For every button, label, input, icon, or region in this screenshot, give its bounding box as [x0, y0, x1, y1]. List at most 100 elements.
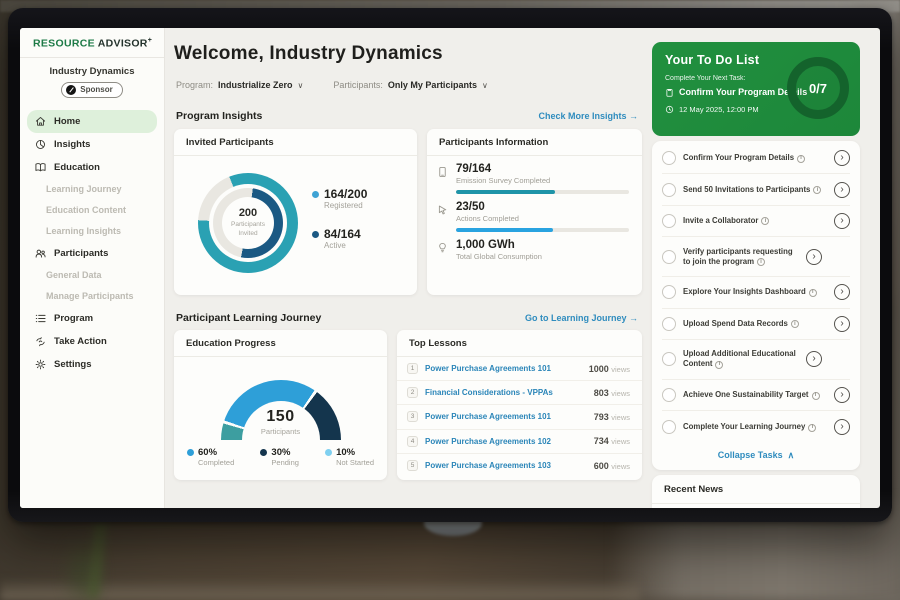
task-row[interactable]: Confirm Your Program Detailsi ›	[662, 143, 850, 174]
sidebar-item-general-data[interactable]: General Data	[20, 265, 164, 286]
task-checkbox[interactable]	[662, 214, 676, 228]
legend-dot-completed	[187, 449, 194, 456]
task-chevron-button[interactable]: ›	[806, 249, 822, 265]
task-checkbox[interactable]	[662, 352, 676, 366]
program-insights-title: Program Insights	[176, 110, 262, 122]
task-chevron-button[interactable]: ›	[834, 182, 850, 198]
insights-icon	[35, 139, 46, 150]
todo-subtitle: Complete Your Next Task:	[665, 75, 745, 82]
task-row[interactable]: Send 50 Invitations to Participantsi ›	[662, 174, 850, 205]
task-row[interactable]: Upload Spend Data Recordsi ›	[662, 309, 850, 340]
todo-title: Your To Do List	[665, 53, 759, 67]
task-checkbox[interactable]	[662, 388, 676, 402]
recent-news-title: Recent News	[652, 475, 860, 504]
go-to-learning-journey-link[interactable]: Go to Learning Journey →	[525, 313, 638, 323]
task-chevron-button[interactable]: ›	[834, 387, 850, 403]
lesson-link[interactable]: Financial Considerations - VPPAs	[425, 388, 553, 397]
sidebar-item-insights[interactable]: Insights	[20, 133, 164, 156]
sidebar-item-education-content[interactable]: Education Content	[20, 200, 164, 221]
take-action-icon	[35, 336, 46, 347]
sidebar-item-label: Education Content	[46, 205, 126, 215]
info-icon: i	[797, 155, 805, 163]
education-progress-title: Education Progress	[174, 330, 387, 357]
collapse-tasks-link[interactable]: Collapse Tasks ∧	[652, 443, 860, 468]
task-checkbox[interactable]	[662, 317, 676, 331]
legend-registered: 164/200 Registered	[312, 187, 367, 210]
todo-summary-card: Your To Do List Complete Your Next Task:…	[652, 42, 860, 136]
todo-tasks-card: Confirm Your Program Detailsi › Send 50 …	[652, 141, 860, 470]
task-chevron-button[interactable]: ›	[834, 419, 850, 435]
info-icon: i	[757, 258, 765, 266]
info-icon: i	[791, 320, 799, 328]
bulb-icon	[437, 239, 449, 261]
sidebar-item-settings[interactable]: Settings	[20, 353, 164, 376]
sidebar-item-take-action[interactable]: Take Action	[20, 330, 164, 353]
sidebar-item-home[interactable]: Home	[27, 110, 157, 133]
org-name: Industry Dynamics	[20, 66, 164, 77]
task-row[interactable]: Invite a Collaboratori ›	[662, 206, 850, 237]
participants-filter-dropdown[interactable]: Participants: Only My Participants ∨	[333, 80, 487, 90]
arrow-right-icon: →	[629, 313, 638, 323]
learning-journey-title: Participant Learning Journey	[176, 312, 321, 324]
sidebar-item-manage-participants[interactable]: Manage Participants	[20, 286, 164, 307]
info-icon: i	[715, 361, 723, 369]
task-checkbox[interactable]	[662, 285, 676, 299]
check-more-insights-link[interactable]: Check More Insights →	[538, 111, 638, 121]
sidebar-item-label: Program	[54, 313, 93, 324]
participants-information-title: Participants Information	[427, 129, 642, 156]
sidebar-item-education[interactable]: Education	[20, 156, 164, 179]
main-content: Welcome, Industry Dynamics Program: Indu…	[166, 28, 652, 508]
chevron-up-icon: ∧	[788, 450, 795, 461]
lesson-rank: 2	[407, 387, 418, 398]
task-checkbox[interactable]	[662, 420, 676, 434]
task-chevron-button[interactable]: ›	[834, 213, 850, 229]
legend-not-started: 10% Not Started	[325, 447, 374, 467]
task-row[interactable]: Complete Your Learning Journeyi ›	[662, 411, 850, 442]
task-checkbox[interactable]	[662, 151, 676, 165]
sidebar-item-label: Manage Participants	[46, 291, 134, 301]
lesson-link[interactable]: Power Purchase Agreements 103	[425, 461, 551, 470]
lesson-link[interactable]: Power Purchase Agreements 101	[425, 364, 551, 373]
app-logo: RESOURCE ADVISOR+	[20, 28, 164, 58]
task-row[interactable]: Achieve One Sustainability Targeti ›	[662, 380, 850, 411]
stat-emission-survey: 79/164 Emission Survey Completed	[427, 156, 642, 194]
legend-pending: 30% Pending	[260, 447, 299, 467]
sidebar-item-program[interactable]: Program	[20, 307, 164, 330]
invited-participants-donut-chart: 200 ParticipantsInvited	[198, 173, 298, 273]
todo-due-date: 12 May 2025, 12:00 PM	[665, 105, 759, 114]
task-row[interactable]: Verify participants requesting to join t…	[662, 237, 850, 277]
task-checkbox[interactable]	[662, 183, 676, 197]
program-filter-label: Program:	[176, 80, 213, 90]
task-chevron-button[interactable]: ›	[834, 150, 850, 166]
top-lessons-card: Top Lessons 1 Power Purchase Agreements …	[397, 330, 642, 480]
lesson-link[interactable]: Power Purchase Agreements 101	[425, 412, 551, 421]
legend-dot-registered	[312, 191, 319, 198]
stat-total-consumption: 1,000 GWh Total Global Consumption	[427, 232, 642, 261]
lesson-link[interactable]: Power Purchase Agreements 102	[425, 437, 551, 446]
participants-filter-label: Participants:	[333, 80, 383, 90]
todo-progress-value: 0/7	[809, 81, 827, 96]
task-row[interactable]: Explore Your Insights Dashboardi ›	[662, 277, 850, 308]
lesson-row: 4 Power Purchase Agreements 102 734 view…	[397, 430, 642, 454]
sponsor-label: Sponsor	[80, 85, 112, 94]
participants-icon	[35, 248, 46, 259]
task-chevron-button[interactable]: ›	[834, 316, 850, 332]
program-filter-dropdown[interactable]: Program: Industrialize Zero ∨	[176, 80, 303, 90]
todo-next-task: Confirm Your Program Details	[665, 87, 807, 97]
sidebar: RESOURCE ADVISOR+ Industry Dynamics Spon…	[20, 28, 165, 508]
sidebar-nav: Home Insights Education Learning Journey…	[20, 110, 164, 376]
task-chevron-button[interactable]: ›	[806, 351, 822, 367]
sidebar-item-participants[interactable]: Participants	[20, 242, 164, 265]
chevron-down-icon: ∨	[298, 81, 304, 90]
lesson-row: 2 Financial Considerations - VPPAs 803 v…	[397, 381, 642, 405]
task-checkbox[interactable]	[662, 250, 676, 264]
donut-center-label: 200 ParticipantsInvited	[198, 173, 298, 273]
invited-participants-title: Invited Participants	[174, 129, 417, 156]
task-chevron-button[interactable]: ›	[834, 284, 850, 300]
chevron-down-icon: ∨	[482, 81, 488, 90]
sidebar-item-learning-journey[interactable]: Learning Journey	[20, 179, 164, 200]
sidebar-item-label: Take Action	[54, 336, 107, 347]
invited-participants-card: Invited Participants 200 ParticipantsInv…	[174, 129, 417, 295]
sidebar-item-learning-insights[interactable]: Learning Insights	[20, 221, 164, 242]
task-row[interactable]: Upload Additional Educational Contenti ›	[662, 340, 850, 380]
